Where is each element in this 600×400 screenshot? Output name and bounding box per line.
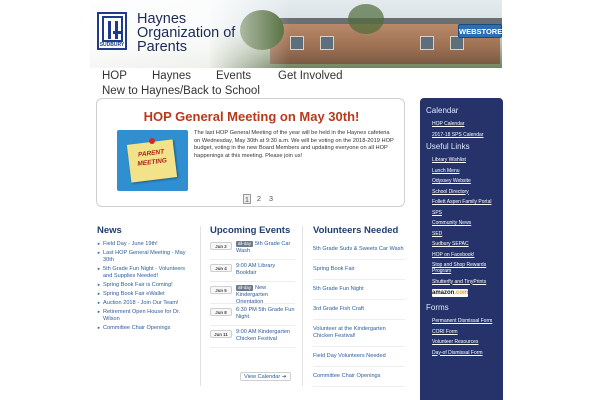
- webstore-button[interactable]: WEBSTORE: [458, 24, 502, 38]
- volunteer-item[interactable]: Committee Chair Openings: [313, 373, 405, 387]
- event-item[interactable]: Jun 2 all-day 5th Grade Car Wash: [210, 241, 295, 260]
- pager-page-3[interactable]: 3: [267, 194, 275, 204]
- logo-subtitle: SUDBURY: [99, 42, 125, 48]
- building-window: [320, 36, 334, 50]
- sidebar-link[interactable]: Shutterfly and TinyPrints: [432, 279, 503, 285]
- sidebar-link[interactable]: HOP Calendar: [432, 121, 503, 127]
- news-heading: News: [97, 225, 122, 236]
- event-item[interactable]: Jun 5 all-day New Kindergarten Orientatio…: [210, 285, 295, 305]
- event-date: Jun 5: [210, 286, 232, 294]
- column-divider: [200, 226, 201, 386]
- site-title-line: Parents: [137, 39, 187, 55]
- news-item[interactable]: Spring Book Fair is Coming!: [97, 282, 195, 289]
- view-calendar-button[interactable]: View Calendar ➔: [240, 372, 291, 381]
- sidebar-link[interactable]: Day-of Dismissal Form: [432, 350, 503, 356]
- sidebar-heading-useful-links: Useful Links: [426, 142, 470, 151]
- event-date: Jun 11: [210, 330, 232, 338]
- volunteer-item[interactable]: 5th Grade Suds & Sweets Car Wash: [313, 246, 405, 260]
- volunteers-column: Volunteers Needed 5th Grade Suds & Sweet…: [313, 226, 405, 387]
- sidebar-link[interactable]: Volunteer Resources: [432, 339, 503, 345]
- building-window: [290, 36, 304, 50]
- events-heading: Upcoming Events: [210, 225, 291, 236]
- event-item[interactable]: Jun 11 9:00 AM Kindergarten Chicken Fest…: [210, 329, 295, 348]
- pager-page-2[interactable]: 2: [255, 194, 263, 204]
- slider-pager: 1 2 3: [243, 194, 275, 204]
- tree: [348, 4, 384, 34]
- sidebar-heading-forms: Forms: [426, 303, 449, 312]
- allday-badge: all-day: [236, 241, 253, 247]
- sidebar: Calendar HOP Calendar 2017-18 SPS Calend…: [420, 98, 503, 400]
- event-item[interactable]: Jun 4 9:00 AM Library Bookfair: [210, 263, 295, 282]
- event-date: Jun 2: [210, 242, 232, 250]
- sidebar-link[interactable]: SPS: [432, 210, 503, 216]
- sidebar-link[interactable]: 2017-18 SPS Calendar: [432, 132, 503, 138]
- amazon-logo-link[interactable]: amazon.com: [432, 289, 468, 297]
- building-window: [420, 36, 434, 50]
- sidebar-link[interactable]: Permanent Dismissal Form: [432, 318, 503, 324]
- news-list: Field Day - June 19th! Last HOP General …: [97, 241, 195, 331]
- event-title: 9:00 AM Kindergarten Chicken Festival: [236, 329, 291, 342]
- volunteer-item[interactable]: 3rd Grade Fish Craft: [313, 306, 405, 320]
- site-header: SUDBURY Haynes Organization of Parents: [90, 0, 502, 68]
- amazon-suffix: .com: [454, 290, 469, 296]
- hop-logo[interactable]: SUDBURY: [97, 12, 127, 50]
- sidebar-heading-calendar: Calendar: [426, 106, 459, 115]
- featured-body: The last HOP General Meeting of the year…: [194, 130, 394, 159]
- pager-page-1[interactable]: 1: [243, 194, 251, 204]
- event-title: 6:30 PM 5th Grade Fun Night: [236, 307, 295, 320]
- sidebar-link[interactable]: Follett Aspen Family Portal: [432, 199, 503, 205]
- volunteer-item[interactable]: 5th Grade Fun Night: [313, 286, 405, 300]
- column-divider: [302, 226, 303, 386]
- volunteer-item[interactable]: Field Day Volunteers Needed: [313, 353, 405, 367]
- volunteer-item[interactable]: Volunteer at the Kindergarten Chicken Fe…: [313, 326, 405, 347]
- news-item[interactable]: Auction 2018 - Join Our Team!: [97, 300, 195, 307]
- nav-item-haynes[interactable]: Haynes: [152, 70, 216, 85]
- amazon-label: amazon: [432, 290, 455, 296]
- allday-badge: all-day: [236, 285, 253, 291]
- logo-h-mark: [102, 16, 123, 42]
- sidebar-link[interactable]: Sudbury SEPAC: [432, 241, 503, 247]
- pushpin-icon: [149, 138, 155, 144]
- event-date: Jun 4: [210, 264, 232, 272]
- volunteers-heading: Volunteers Needed: [313, 225, 399, 236]
- sidebar-link[interactable]: Stop and Shop Rewards Program: [432, 262, 503, 274]
- news-column: News Field Day - June 19th! Last HOP Gen…: [97, 226, 195, 334]
- events-column: Upcoming Events Jun 2 all-day 5th Grade C…: [210, 225, 295, 381]
- main-nav: HOP Haynes Events Get Involved New to Ha…: [102, 70, 502, 100]
- event-title: 9:00 AM Library Bookfair: [236, 263, 276, 276]
- news-item[interactable]: Field Day - June 19th!: [97, 241, 195, 248]
- sidebar-link[interactable]: Library Wishlist: [432, 157, 503, 163]
- sidebar-link[interactable]: HOP on Facebook!: [432, 252, 503, 258]
- nav-item-events[interactable]: Events: [216, 70, 278, 85]
- news-item[interactable]: 5th Grade Fun Night - Volunteers and Sup…: [97, 266, 195, 279]
- nav-item-hop[interactable]: HOP: [102, 70, 152, 85]
- sidebar-link[interactable]: SED: [432, 231, 503, 237]
- sidebar-link[interactable]: CORI Form: [432, 329, 503, 335]
- site-title-line: Haynes: [137, 11, 187, 27]
- sidebar-link[interactable]: Community News: [432, 220, 503, 226]
- nav-item-get-involved[interactable]: Get Involved: [278, 70, 343, 85]
- news-item[interactable]: Spring Book Fair eWallet: [97, 291, 195, 298]
- volunteer-item[interactable]: Spring Book Fair: [313, 266, 405, 280]
- event-item[interactable]: Jun 8 6:30 PM 5th Grade Fun Night: [210, 307, 295, 326]
- news-item[interactable]: Last HOP General Meeting - May 30th: [97, 250, 195, 263]
- news-item[interactable]: Committee Chair Openings: [97, 325, 195, 332]
- site-title[interactable]: Haynes Organization of Parents: [137, 11, 236, 55]
- sticky-note: PARENT MEETING: [126, 139, 178, 183]
- featured-title[interactable]: HOP General Meeting on May 30th!: [97, 109, 406, 124]
- sidebar-link[interactable]: Lunch Menu: [432, 168, 503, 174]
- featured-slider: HOP General Meeting on May 30th! PARENT …: [96, 98, 405, 207]
- sidebar-link[interactable]: Odyssey Website: [432, 178, 503, 184]
- parent-meeting-image[interactable]: PARENT MEETING: [117, 130, 188, 191]
- site-title-line: Organization of: [137, 25, 236, 41]
- sidebar-link[interactable]: School Directory: [432, 189, 503, 195]
- event-date: Jun 8: [210, 308, 232, 316]
- news-item[interactable]: Retirement Open House for Dr. Wilson: [97, 309, 195, 322]
